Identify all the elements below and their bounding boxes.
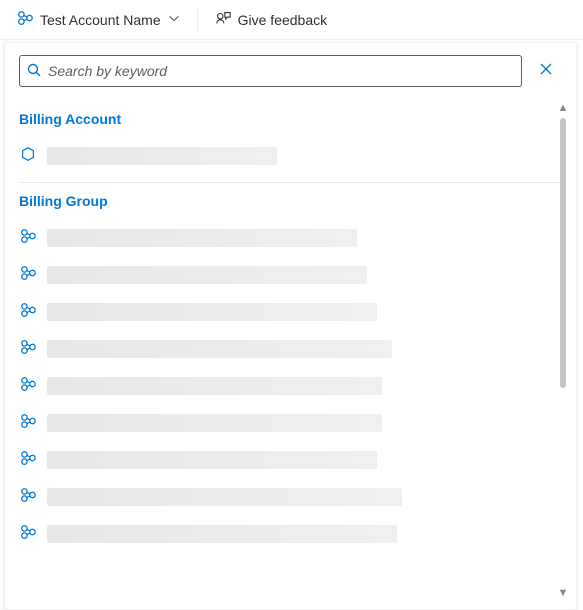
org-icon <box>19 375 37 396</box>
close-button[interactable] <box>530 55 562 87</box>
redacted-text <box>47 451 377 469</box>
org-icon <box>19 412 37 433</box>
toolbar: Test Account Name Give feedback <box>0 0 583 40</box>
search-box[interactable] <box>19 55 522 87</box>
org-icon <box>19 264 37 285</box>
billing-group-item[interactable] <box>19 330 562 367</box>
org-icon <box>19 449 37 470</box>
scroll-thumb[interactable] <box>560 118 566 388</box>
redacted-text <box>47 525 397 543</box>
account-scope-dropdown[interactable]: Test Account Name <box>8 5 189 34</box>
chevron-down-icon <box>167 11 181 28</box>
redacted-text <box>47 229 357 247</box>
search-row <box>19 55 562 87</box>
redacted-text <box>47 147 277 165</box>
hexagon-icon <box>19 145 37 166</box>
billing-group-item[interactable] <box>19 404 562 441</box>
org-icon <box>19 338 37 359</box>
redacted-text <box>47 488 402 506</box>
scroll-down-icon[interactable]: ▼ <box>558 586 569 601</box>
billing-account-item[interactable] <box>19 137 562 174</box>
results-list: Billing Account Billing Group <box>19 101 562 601</box>
give-feedback-button[interactable]: Give feedback <box>206 5 336 34</box>
billing-account-header: Billing Account <box>19 111 562 127</box>
billing-group-item[interactable] <box>19 367 562 404</box>
scroll-up-icon[interactable]: ▲ <box>558 101 569 116</box>
divider <box>19 182 562 183</box>
scrollbar[interactable]: ▲ ▼ <box>556 101 570 601</box>
billing-group-item[interactable] <box>19 219 562 256</box>
org-icon <box>19 523 37 544</box>
billing-group-item[interactable] <box>19 441 562 478</box>
redacted-text <box>47 340 392 358</box>
divider <box>197 8 198 32</box>
feedback-icon <box>214 9 232 30</box>
billing-group-item[interactable] <box>19 293 562 330</box>
close-icon <box>538 61 554 82</box>
redacted-text <box>47 303 377 321</box>
redacted-text <box>47 377 382 395</box>
org-icon <box>16 9 34 30</box>
billing-group-header: Billing Group <box>19 193 562 209</box>
billing-group-item[interactable] <box>19 256 562 293</box>
search-input[interactable] <box>48 63 515 79</box>
billing-group-item[interactable] <box>19 515 562 552</box>
search-icon <box>26 62 42 81</box>
billing-group-item[interactable] <box>19 478 562 515</box>
org-icon <box>19 486 37 507</box>
scope-dropdown-panel: Billing Account Billing Group ▲ ▼ <box>4 42 577 610</box>
org-icon <box>19 227 37 248</box>
account-name-label: Test Account Name <box>40 12 161 28</box>
redacted-text <box>47 414 382 432</box>
feedback-label: Give feedback <box>238 12 328 28</box>
redacted-text <box>47 266 367 284</box>
org-icon <box>19 301 37 322</box>
results-area: Billing Account Billing Group ▲ ▼ <box>19 101 562 601</box>
